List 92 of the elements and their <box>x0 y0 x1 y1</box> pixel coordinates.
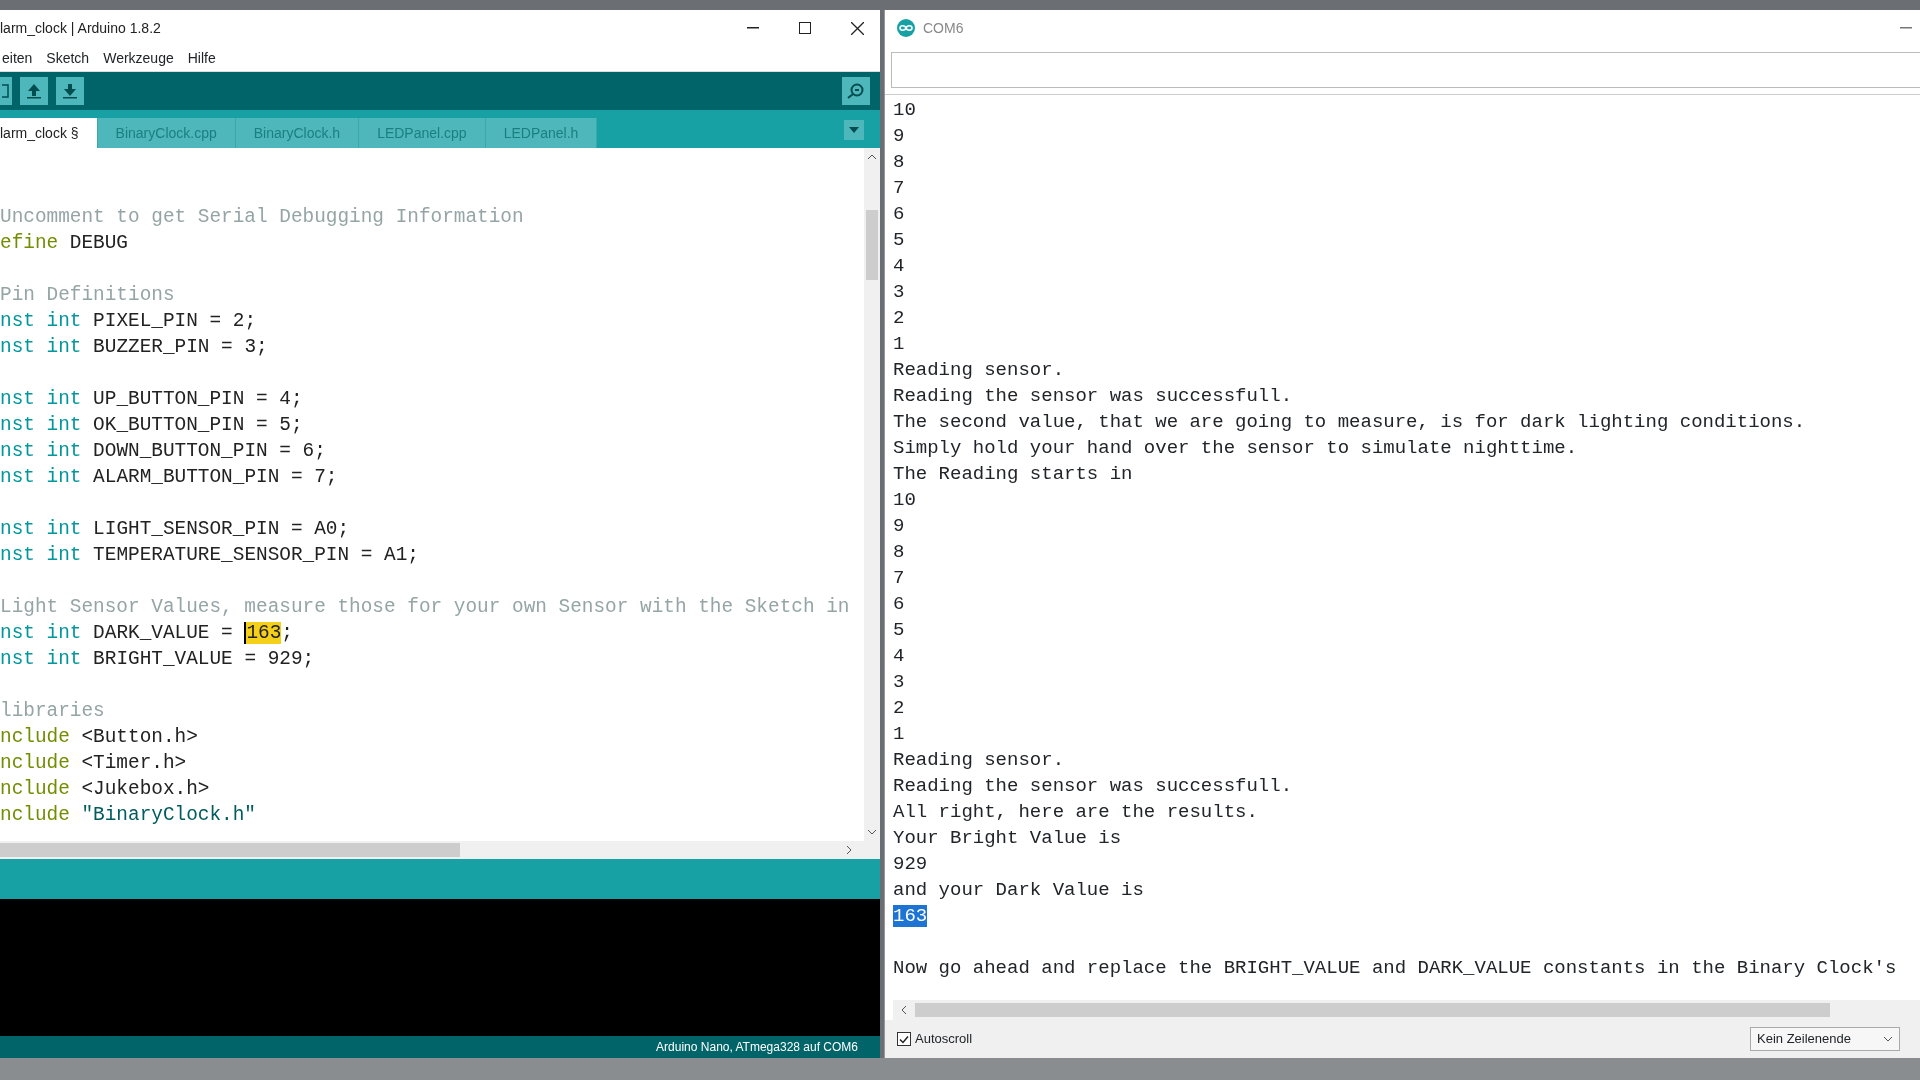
serial-line: The Reading starts in <box>893 462 1134 487</box>
close-icon[interactable] <box>851 21 864 35</box>
serial-line: 8 <box>893 150 906 175</box>
serial-line: 8 <box>893 540 906 565</box>
serial-line: Reading sensor. <box>893 748 1066 773</box>
horizontal-scrollbar[interactable] <box>0 841 880 859</box>
code-comment: Uncomment to get Serial Debugging Information <box>0 205 525 230</box>
editor-tab[interactable]: larm_clock § <box>0 118 98 148</box>
down-arrow-icon <box>63 83 77 99</box>
up-arrow-icon <box>27 83 41 99</box>
menu-item[interactable]: Werkzeuge <box>101 48 176 69</box>
serial-line: 9 <box>893 514 906 539</box>
caret-icon <box>849 127 859 133</box>
code-line: nst int LIGHT_SENSOR_PIN = A0; <box>0 517 351 542</box>
code-line: nst int BUZZER_PIN = 3; <box>0 335 269 360</box>
horizontal-scrollbar[interactable] <box>893 1000 1920 1020</box>
serial-line: Reading the sensor was successfull. <box>893 774 1294 799</box>
code-line: nclude <Jukebox.h> <box>0 777 211 802</box>
serial-line: 3 <box>893 670 906 695</box>
serial-monitor-button[interactable] <box>842 77 870 105</box>
right-chevron-icon <box>846 845 852 855</box>
autoscroll-checkbox[interactable]: Autoscroll <box>897 1029 973 1049</box>
left-chevron-icon <box>901 1005 907 1015</box>
vertical-scrollbar[interactable] <box>864 148 880 841</box>
serial-line: 5 <box>893 618 906 643</box>
code-comment: Light Sensor Values, measure those for your own Sensor with the Sketch in <box>0 595 851 620</box>
up-chevron-icon <box>867 154 877 160</box>
serial-line: 4 <box>893 254 906 279</box>
code-line: nst int PIXEL_PIN = 2; <box>0 309 257 334</box>
chevron-down-icon <box>1883 1036 1893 1042</box>
selected-text: 163 <box>893 905 928 927</box>
serial-line: 2 <box>893 696 906 721</box>
tab-menu-button[interactable] <box>844 120 864 140</box>
serial-line: and your Dark Value is <box>893 878 1145 903</box>
window-title: COM6 <box>923 18 965 38</box>
code-line: nclude <Timer.h> <box>0 751 188 776</box>
code-line: nst int TEMPERATURE_SENSOR_PIN = A1; <box>0 543 420 568</box>
serial-line: The second value, that we are going to measure, is for dark lighting conditions. <box>893 410 1807 435</box>
check-icon <box>899 1034 909 1044</box>
window-title: larm_clock | Arduino 1.8.2 <box>0 18 162 38</box>
serial-line: 5 <box>893 228 906 253</box>
code-line: nst int OK_BUTTON_PIN = 5; <box>0 413 304 438</box>
serial-line: All right, here are the results. <box>893 800 1259 825</box>
checkbox-label: Autoscroll <box>915 1030 973 1049</box>
minimize-icon[interactable] <box>747 27 759 29</box>
serial-line: Simply hold your hand over the sensor to simulate nighttime. <box>893 436 1579 461</box>
code-line: efine DEBUG <box>0 231 129 256</box>
checkbox[interactable] <box>897 1032 911 1046</box>
code-line: nst int ALARM_BUTTON_PIN = 7; <box>0 465 339 490</box>
down-chevron-icon <box>867 829 877 835</box>
serial-line: 1 <box>893 722 906 747</box>
serial-line: 3 <box>893 280 906 305</box>
serial-line: 4 <box>893 644 906 669</box>
serial-line: Reading the sensor was successfull. <box>893 384 1294 409</box>
new-file-button[interactable] <box>0 77 12 105</box>
scroll-thumb[interactable] <box>866 210 878 280</box>
serial-line: 10 <box>893 488 917 513</box>
scroll-thumb[interactable] <box>915 1003 1830 1017</box>
serial-line: 7 <box>893 176 906 201</box>
line-ending-dropdown[interactable]: Kein Zeilenende <box>1750 1027 1900 1051</box>
code-line: nst int DARK_VALUE = 163; <box>0 621 294 646</box>
open-button[interactable] <box>20 77 48 105</box>
menu-item[interactable]: Hilfe <box>185 48 218 69</box>
menu-item[interactable]: eiten <box>0 48 35 69</box>
serial-line: 1 <box>893 332 906 357</box>
infinity-logo-icon <box>897 19 915 37</box>
scroll-thumb[interactable] <box>0 843 460 857</box>
menu-item[interactable]: Sketch <box>44 48 92 69</box>
serial-line: 929 <box>893 852 929 877</box>
board-info: Arduino Nano, ATmega328 auf COM6 <box>656 1039 858 1056</box>
serial-line: 10 <box>893 98 917 123</box>
code-comment: Pin Definitions <box>0 283 176 308</box>
save-button[interactable] <box>56 77 84 105</box>
serial-line: 9 <box>893 124 906 149</box>
code-line: nst int UP_BUTTON_PIN = 4; <box>0 387 304 412</box>
code-line: nst int DOWN_BUTTON_PIN = 6; <box>0 439 327 464</box>
minimize-icon[interactable] <box>1900 27 1912 29</box>
serial-line: 7 <box>893 566 906 591</box>
serial-line: Your Bright Value is <box>893 826 1123 851</box>
magnifier-icon <box>847 83 865 99</box>
code-line: nclude "BinaryClock.h" <box>0 803 257 828</box>
page-icon <box>2 84 10 98</box>
maximize-icon[interactable] <box>799 22 811 34</box>
code-line: nst int BRIGHT_VALUE = 929; <box>0 647 316 672</box>
serial-line: 6 <box>893 592 906 617</box>
serial-line: 6 <box>893 202 906 227</box>
serial-line: Reading sensor. <box>893 358 1066 383</box>
serial-line: Now go ahead and replace the BRIGHT_VALUE and DARK_VALUE constants in the Binary Clock's <box>893 956 1898 981</box>
code-line: nclude <Button.h> <box>0 725 199 750</box>
send-input-field[interactable] <box>891 52 1920 88</box>
serial-line: 2 <box>893 306 906 331</box>
code-comment: libraries <box>0 699 106 724</box>
